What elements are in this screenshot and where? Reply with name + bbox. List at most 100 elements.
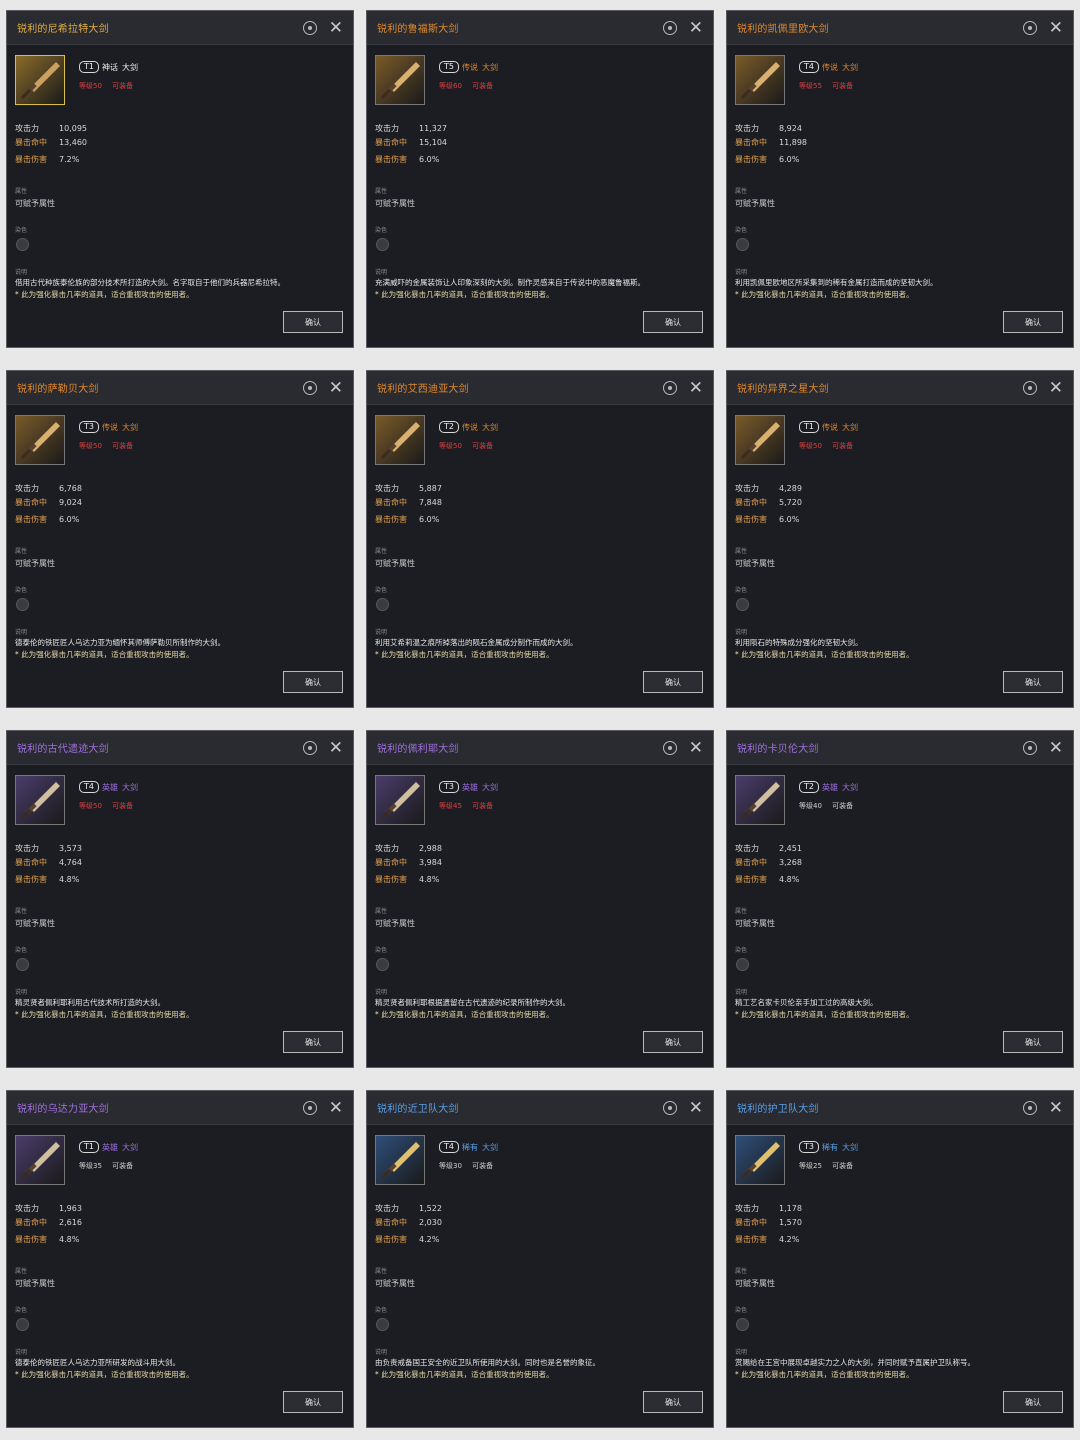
dye-slot[interactable] [376,1318,389,1331]
description-section-label: 说明 [375,269,388,276]
close-icon[interactable]: ✕ [1049,1099,1063,1116]
attack-value: 4,289 [779,483,802,493]
attack-label: 攻击力 [735,123,759,133]
dye-section-label: 染色 [15,947,28,954]
dye-slot[interactable] [376,958,389,971]
item-tooltip-card: 锐利的古代遗迹大剑 ✕ T4 英雄 大剑 等级50 可装备 攻击力 3,573 暴… [6,730,354,1068]
crit-hit-label: 暴击命中 [15,857,47,867]
crit-dmg-value: 4.8% [59,874,80,884]
confirm-button[interactable]: 确认 [283,311,343,333]
confirm-button[interactable]: 确认 [1003,1391,1063,1413]
item-description: 借用古代种族泰伦族的部分技术所打造的大剑。名字取自于他们的兵器尼希拉特。 * 此… [15,277,343,301]
confirm-button[interactable]: 确认 [283,1031,343,1053]
stats-block: 攻击力 2,451 暴击命中 3,268 暴击伤害 4.8% [735,841,802,886]
item-title: 锐利的古代遗迹大剑 [17,744,109,755]
description-note: * 此为强化暴击几率的道具，适合重视攻击的使用者。 [15,290,194,299]
dye-slot[interactable] [736,598,749,611]
dye-slot[interactable] [736,958,749,971]
confirm-button[interactable]: 确认 [283,671,343,693]
description-note: * 此为强化暴击几率的道具，适合重视攻击的使用者。 [15,650,194,659]
pin-icon[interactable] [1022,20,1037,35]
description-note: * 此为强化暴击几率的道具，适合重视攻击的使用者。 [735,290,914,299]
pin-icon[interactable] [662,1100,677,1115]
pin-icon[interactable] [662,380,677,395]
greatsword-icon [15,1135,65,1185]
close-icon[interactable]: ✕ [329,739,343,756]
pin-icon[interactable] [302,1100,317,1115]
pin-icon[interactable] [1022,380,1037,395]
close-icon[interactable]: ✕ [329,379,343,396]
item-tooltip-card: 锐利的鲁福斯大剑 ✕ T5 传说 大剑 等级60 可装备 攻击力 11,327 暴… [366,10,714,348]
dye-slot[interactable] [736,238,749,251]
item-description: 德泰伦的铁匠匠人乌达力亚所研发的战斗用大剑。 * 此为强化暴击几率的道具，适合重… [15,1357,343,1381]
item-title: 锐利的尼希拉特大剑 [17,24,109,35]
close-icon[interactable]: ✕ [1049,379,1063,396]
description-section-label: 说明 [735,629,748,636]
greatsword-icon [15,415,65,465]
dye-slot[interactable] [736,1318,749,1331]
crit-dmg-label: 暴击伤害 [375,874,407,884]
dye-slot[interactable] [16,238,29,251]
description-note: * 此为强化暴击几率的道具，适合重视攻击的使用者。 [375,1370,554,1379]
confirm-button[interactable]: 确认 [643,671,703,693]
attack-value: 1,522 [419,1203,442,1213]
confirm-button[interactable]: 确认 [1003,311,1063,333]
dye-slot[interactable] [16,958,29,971]
dye-slot[interactable] [376,598,389,611]
rarity-label: 英雄 [461,782,478,792]
pin-icon[interactable] [302,740,317,755]
description-section-label: 说明 [375,989,388,996]
card-header: 锐利的古代遗迹大剑 ✕ [7,731,353,765]
dye-slot[interactable] [16,1318,29,1331]
pin-icon[interactable] [302,20,317,35]
close-icon[interactable]: ✕ [689,739,703,756]
pin-icon[interactable] [1022,1100,1037,1115]
close-icon[interactable]: ✕ [1049,739,1063,756]
attack-label: 攻击力 [15,483,39,493]
pin-icon[interactable] [662,20,677,35]
close-icon[interactable]: ✕ [689,1099,703,1116]
dye-section-label: 染色 [15,1307,28,1314]
crit-dmg-label: 暴击伤害 [375,514,407,524]
close-icon[interactable]: ✕ [329,1099,343,1116]
equip-status: 可装备 [472,802,494,810]
attack-label: 攻击力 [735,843,759,853]
confirm-button[interactable]: 确认 [643,1031,703,1053]
dye-section-label: 染色 [735,227,748,234]
pin-icon[interactable] [1022,740,1037,755]
dye-section-label: 染色 [375,227,388,234]
close-icon[interactable]: ✕ [689,379,703,396]
equip-status: 可装备 [832,82,854,90]
close-icon[interactable]: ✕ [329,19,343,36]
close-icon[interactable]: ✕ [689,19,703,36]
confirm-button[interactable]: 确认 [643,1391,703,1413]
item-description: 精工艺名家卡贝伦亲手加工过的高级大剑。 * 此为强化暴击几率的道具，适合重视攻击… [735,997,1063,1021]
equip-status: 可装备 [472,442,494,450]
level-requirement: 等级55 [799,82,822,90]
confirm-button[interactable]: 确认 [283,1391,343,1413]
confirm-button[interactable]: 确认 [1003,1031,1063,1053]
pin-icon[interactable] [662,740,677,755]
crit-hit-value: 1,570 [779,1217,802,1227]
item-tooltip-card: 锐利的近卫队大剑 ✕ T4 稀有 大剑 等级30 可装备 攻击力 1,522 暴击… [366,1090,714,1428]
level-requirement: 等级25 [799,1162,822,1170]
pin-icon[interactable] [302,380,317,395]
crit-hit-label: 暴击命中 [15,137,47,147]
item-title: 锐利的鲁福斯大剑 [377,24,459,35]
description-note: * 此为强化暴击几率的道具，适合重视攻击的使用者。 [375,650,554,659]
confirm-button[interactable]: 确认 [643,311,703,333]
crit-dmg-label: 暴击伤害 [735,874,767,884]
close-icon[interactable]: ✕ [1049,19,1063,36]
attack-label: 攻击力 [15,1203,39,1213]
attack-value: 10,095 [59,123,87,133]
dye-section-label: 染色 [375,947,388,954]
weapon-type: 大剑 [841,422,858,432]
confirm-button[interactable]: 确认 [1003,671,1063,693]
dye-slot[interactable] [376,238,389,251]
tier-badge: T4 [79,781,99,793]
rarity-label: 传说 [821,62,838,72]
attribute-section-label: 属性 [15,548,28,555]
equip-status: 可装备 [832,802,854,810]
crit-dmg-value: 4.2% [419,1234,440,1244]
dye-slot[interactable] [16,598,29,611]
